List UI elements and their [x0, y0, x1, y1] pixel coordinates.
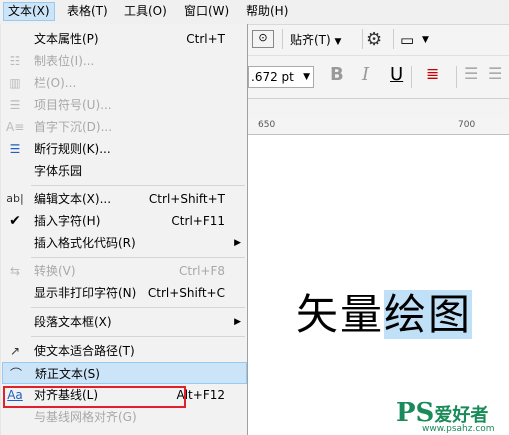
divider: [282, 29, 283, 49]
menu-item-show-nonprinting[interactable]: 显示非打印字符(N) Ctrl+Shift+C: [2, 282, 247, 304]
text-selected[interactable]: 绘图: [384, 290, 473, 339]
bold-icon[interactable]: B: [330, 64, 344, 85]
divider: [393, 29, 394, 49]
menu-separator: [31, 185, 245, 186]
menu-text[interactable]: 文本(X): [3, 2, 55, 21]
menu-item-label: 段落文本框(X): [34, 315, 112, 329]
divider: [456, 66, 457, 88]
tabs-icon: ☷: [9, 54, 21, 68]
menu-separator: [31, 336, 245, 337]
columns-icon: ▥: [9, 76, 21, 90]
watermark-url: www.psahz.com: [422, 424, 495, 434]
menu-tools[interactable]: 工具(O): [120, 2, 171, 21]
menu-item-shortcut: Ctrl+Shift+T: [148, 192, 225, 206]
menu-separator: [31, 307, 245, 308]
menu-item-label: 使文本适合路径(T): [34, 344, 135, 358]
menu-item-label: 编辑文本(X)...: [34, 192, 112, 206]
menu-item-columns[interactable]: ▥ 栏(O)...: [2, 72, 247, 94]
ruler-label-700: 700: [458, 120, 476, 130]
annotation-highlight-box: [3, 386, 186, 408]
chevron-right-icon: ▶: [234, 238, 241, 248]
menu-item-label: 栏(O)...: [34, 76, 77, 90]
menu-item-insert-format-code[interactable]: 插入格式化代码(R) ▶: [2, 232, 247, 254]
menu-help[interactable]: 帮助(H): [242, 2, 292, 21]
chevron-right-icon: ▶: [234, 317, 241, 327]
menu-item-label: 显示非打印字符(N): [34, 286, 137, 300]
menu-item-label: 转换(V): [34, 264, 76, 278]
menu-item-shortcut: Ctrl+F11: [171, 214, 225, 228]
menu-item-convert[interactable]: ⇆ 转换(V) Ctrl+F8: [2, 260, 247, 282]
menu-item-label: 首字下沉(D)...: [34, 120, 113, 134]
watermark-name: 爱好者: [434, 405, 489, 426]
menu-item-label: 矫正文本(S): [35, 367, 100, 381]
menu-item-paragraph-frame[interactable]: 段落文本框(X) ▶: [2, 311, 247, 333]
divider: [362, 29, 363, 49]
menu-item-label: 与基线网格对齐(G): [34, 410, 137, 424]
menu-item-shortcut: Ctrl+Shift+C: [147, 286, 225, 300]
text-menu-dropdown: 文本属性(P) Ctrl+T ☷ 制表位(I)... ▥ 栏(O)... ☰ 项…: [0, 24, 248, 435]
text-plain: 矢量: [296, 290, 385, 339]
standard-toolbar: ⊙ 贴齐(T) ▼ ⚙ ▭ ▼: [248, 25, 509, 56]
menu-item-label: 文本属性(P): [34, 32, 99, 46]
menu-item-line-break[interactable]: ☰ 断行规则(K)...: [2, 138, 247, 160]
menu-item-bullets[interactable]: ☰ 项目符号(U)...: [2, 94, 247, 116]
ruler-label-650: 650: [258, 120, 276, 130]
menu-item-drop-cap[interactable]: A≡ 首字下沉(D)...: [2, 116, 247, 138]
text-align-icon[interactable]: ≣: [426, 64, 439, 83]
menu-item-shortcut: Ctrl+T: [186, 32, 225, 46]
edit-text-icon: ab|: [6, 192, 24, 205]
font-size-value: .672 pt: [251, 70, 294, 84]
straighten-text-icon: ⌒: [9, 367, 22, 381]
menu-item-tabs[interactable]: ☷ 制表位(I)...: [2, 50, 247, 72]
drop-cap-icon[interactable]: ☰: [488, 64, 502, 83]
watermark-logo: PS爱好者 www.psahz.com: [396, 398, 495, 434]
menu-item-align-baseline-grid[interactable]: 与基线网格对齐(G): [2, 406, 247, 428]
menu-window[interactable]: 窗口(W): [180, 2, 233, 21]
menu-item-fit-text-to-path[interactable]: ↗ 使文本适合路径(T): [2, 340, 247, 362]
menu-item-label: 插入格式化代码(R): [34, 236, 136, 250]
menu-item-text-properties[interactable]: 文本属性(P) Ctrl+T: [2, 28, 247, 50]
underline-icon[interactable]: U: [390, 64, 403, 85]
menu-item-straighten-text[interactable]: ⌒ 矫正文本(S): [2, 362, 247, 384]
bullets-icon: ☰: [9, 98, 21, 112]
menu-item-label: 字体乐园: [34, 164, 83, 178]
launch-icon[interactable]: ▭: [400, 29, 414, 51]
text-properties-icon: [6, 31, 24, 47]
menu-item-shortcut: Ctrl+F8: [179, 264, 225, 278]
fit-path-icon: ↗: [9, 344, 21, 358]
menu-item-insert-character[interactable]: ✔ 插入字符(H) Ctrl+F11: [2, 210, 247, 232]
snap-dropdown[interactable]: 贴齐(T) ▼: [290, 29, 341, 51]
snap-label: 贴齐(T): [290, 33, 331, 47]
divider: [411, 66, 412, 88]
font-size-field[interactable]: .672 pt ▼: [248, 66, 314, 88]
check-icon: ✔: [9, 213, 21, 229]
menu-table[interactable]: 表格(T): [63, 2, 112, 21]
horizontal-ruler: 650 700: [248, 118, 509, 135]
menu-item-label: 制表位(I)...: [34, 54, 95, 68]
chevron-down-icon: ▼: [334, 37, 342, 47]
menubar: 文本(X) 表格(T) 工具(O) 窗口(W) 帮助(H): [0, 0, 509, 25]
menu-separator: [31, 257, 245, 258]
bullet-list-icon[interactable]: ☰: [464, 64, 478, 83]
view-icon[interactable]: ⊙: [252, 30, 274, 48]
chevron-down-icon[interactable]: ▼: [422, 29, 429, 51]
artistic-text[interactable]: 矢量绘图: [296, 290, 473, 340]
menu-item-label: 项目符号(U)...: [34, 98, 112, 112]
menu-item-edit-text[interactable]: ab| 编辑文本(X)... Ctrl+Shift+T: [2, 188, 247, 210]
menu-item-label: 断行规则(K)...: [34, 142, 111, 156]
drop-cap-icon: A≡: [6, 120, 25, 134]
property-bar: .672 pt ▼ B I U ≣ ☰ ☰: [248, 56, 509, 99]
convert-icon: ⇆: [9, 264, 21, 278]
line-break-icon: ☰: [9, 142, 21, 156]
drawing-canvas[interactable]: 矢量绘图 PS爱好者 www.psahz.com: [248, 135, 509, 435]
menu-item-font-playground[interactable]: 字体乐园: [2, 160, 247, 182]
gear-icon[interactable]: ⚙: [366, 29, 382, 51]
italic-icon[interactable]: I: [362, 64, 369, 85]
menu-item-label: 插入字符(H): [34, 214, 101, 228]
chevron-down-icon: ▼: [303, 72, 310, 82]
